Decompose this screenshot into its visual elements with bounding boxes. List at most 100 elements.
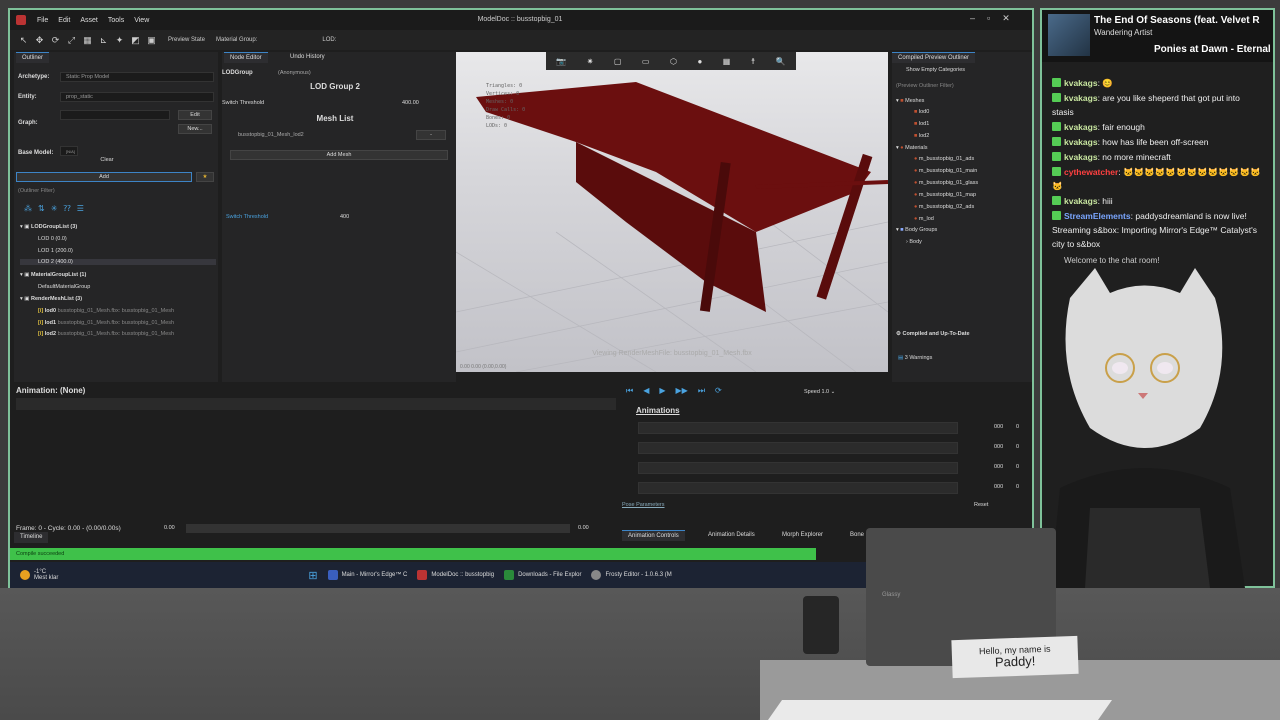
edit-graph-button[interactable]: Edit — [178, 110, 212, 120]
archetype-dropdown[interactable]: Static Prop Model — [60, 72, 214, 82]
add-mesh-button[interactable]: Add Mesh — [230, 150, 448, 160]
outliner-filter[interactable]: (Outliner Filter) — [18, 188, 55, 194]
preview-outliner-filter[interactable]: (Preview Outliner Filter) — [896, 83, 954, 89]
tool-b-icon[interactable]: ◩ — [130, 35, 141, 46]
preview-state-button[interactable]: Preview State — [168, 37, 205, 43]
camera-icon[interactable]: 📷 — [556, 57, 566, 66]
task-downloads[interactable]: Downloads - File Explor — [504, 570, 581, 580]
speed-control[interactable]: Speed 1.0 ⌄ — [804, 389, 835, 395]
anim-row-2-value[interactable]: 000 — [994, 444, 1003, 450]
rotate-icon[interactable]: ⟳ — [50, 35, 61, 46]
play-icon[interactable]: ▶ — [659, 386, 665, 396]
animation-dropdown-2[interactable] — [638, 442, 958, 454]
menu-file[interactable]: File — [32, 17, 53, 24]
tree-mesh-lod1[interactable]: [i] lod1 busstopbig_01_Mesh.fbx: busstop… — [38, 320, 174, 326]
tree-mesh-lod0[interactable]: [i] lod0 busstopbig_01_Mesh.fbx: busstop… — [38, 308, 174, 314]
move-icon[interactable]: ✥ — [34, 35, 45, 46]
mesh-icon[interactable]: ⬡ — [670, 57, 677, 66]
tab-outliner[interactable]: Outliner — [16, 52, 50, 63]
tree-material-3[interactable]: ● m_busstopbig_01_map — [914, 192, 976, 198]
graph-field[interactable] — [60, 110, 170, 120]
skip-end-icon[interactable]: ⏭ — [698, 386, 705, 396]
animation-track[interactable] — [16, 398, 616, 410]
tree-lodgroup[interactable]: ▾ ▣ LODGroupList (3) — [20, 224, 77, 230]
tool-c-icon[interactable]: ▣ — [146, 35, 157, 46]
tree-rendermesh[interactable]: ▾ ▣ RenderMeshList (3) — [20, 296, 82, 302]
tree-lod2[interactable]: LOD 2 (400.0) — [20, 259, 216, 265]
tree-material-5[interactable]: ● m_lod — [914, 216, 934, 222]
tree-preview-lod2[interactable]: ■ lod2 — [914, 133, 929, 139]
star-icon[interactable]: ★ — [196, 172, 214, 182]
reset-button[interactable]: Reset — [974, 502, 988, 508]
menu-asset[interactable]: Asset — [75, 17, 103, 24]
switch-threshold-value[interactable]: 400.00 — [402, 100, 419, 106]
tool-a-icon[interactable]: ✦ — [114, 35, 125, 46]
tree-material-4[interactable]: ● m_busstopbig_02_ads — [914, 204, 974, 210]
tree-material-1[interactable]: ● m_busstopbig_01_main — [914, 168, 977, 174]
base-model-field[interactable]: [N/A] — [60, 146, 78, 156]
anim-row-4-value[interactable]: 000 — [994, 484, 1003, 490]
add-button[interactable]: Add — [16, 172, 192, 182]
entity-dropdown[interactable]: prop_static — [60, 92, 214, 102]
skeleton-icon[interactable]: ☨ — [751, 57, 755, 66]
scale-icon[interactable]: ⤢ — [66, 35, 77, 46]
pose-parameters[interactable]: Pose Parameters — [622, 502, 665, 508]
tab-undo-history[interactable]: Undo History — [284, 52, 331, 63]
warnings-status[interactable]: ▤ 3 Warnings — [898, 355, 932, 361]
tree-material-0[interactable]: ● m_busstopbig_01_ads — [914, 156, 974, 162]
tree-preview-lod0[interactable]: ■ lod0 — [914, 109, 929, 115]
switch-threshold-value-2[interactable]: 400 — [340, 214, 349, 220]
tree-mesh-lod2[interactable]: [i] lod2 busstopbig_01_Mesh.fbx: busstop… — [38, 331, 174, 337]
step-forward-icon[interactable]: ▶▶ — [676, 386, 688, 396]
light-icon[interactable]: ✷ — [587, 57, 594, 66]
menu-view[interactable]: View — [129, 17, 154, 24]
show-empty-categories[interactable]: Show Empty Categories — [906, 67, 965, 73]
tab-node-editor[interactable]: Node Editor — [224, 52, 268, 63]
tab-animation-details[interactable]: Animation Details — [702, 530, 761, 541]
clear-button[interactable]: Clear — [84, 156, 130, 166]
mesh-remove-button[interactable]: - — [416, 130, 446, 140]
anim-row-1-value[interactable]: 000 — [994, 424, 1003, 430]
animation-dropdown-1[interactable] — [638, 422, 958, 434]
weather-widget[interactable]: -1°C Mest klar — [20, 569, 58, 581]
tab-compiled-preview[interactable]: Compiled Preview Outliner — [892, 52, 976, 63]
tree-materials[interactable]: ▾ ● Materials — [896, 145, 927, 151]
display-icon[interactable]: ▭ — [642, 57, 650, 66]
task-frosty-editor[interactable]: Frosty Editor - 1.0.6.3 (M — [591, 570, 672, 580]
timeline-scrubber[interactable] — [186, 524, 570, 533]
lod-dropdown[interactable]: LOD: — [322, 37, 336, 43]
task-modeldoc[interactable]: ModelDoc :: busstopbig — [417, 570, 494, 580]
animation-dropdown-4[interactable] — [638, 482, 958, 494]
menu-edit[interactable]: Edit — [53, 17, 75, 24]
tree-materialgroup[interactable]: ▾ ▣ MaterialGroupList (1) — [20, 272, 86, 278]
grid-toggle-icon[interactable]: ▦ — [723, 57, 731, 66]
start-icon[interactable]: ⊞ — [308, 569, 317, 582]
tab-animation-controls[interactable]: Animation Controls — [622, 530, 685, 541]
task-mirrors-edge[interactable]: Main - Mirror's Edge™ C — [327, 570, 407, 580]
menu-tools[interactable]: Tools — [103, 17, 129, 24]
anim-row-3-value[interactable]: 000 — [994, 464, 1003, 470]
3d-viewport[interactable]: 📷 ✷ ▢ ▭ ⬡ ● ▦ ☨ 🔍 Triangles: 0 Vertices: … — [456, 52, 888, 372]
maximize-icon[interactable]: ▫ — [987, 13, 990, 24]
tab-morph-explorer[interactable]: Morph Explorer — [776, 530, 829, 541]
material-group-dropdown[interactable]: Material Group: — [216, 37, 257, 43]
skip-start-icon[interactable]: ⏮ — [626, 386, 633, 396]
snap-icon[interactable]: ⊾ — [98, 35, 109, 46]
loop-icon[interactable]: ⟳ — [715, 386, 722, 396]
tree-body[interactable]: › Body — [906, 239, 922, 245]
grid-icon[interactable]: ▦ — [82, 35, 93, 46]
animation-dropdown-3[interactable] — [638, 462, 958, 474]
material-icon[interactable]: ● — [697, 57, 702, 66]
tree-meshes[interactable]: ▾ ■ Meshes — [896, 98, 924, 104]
tree-defaultmaterial[interactable]: DefaultMaterialGroup — [38, 284, 90, 290]
tree-lod0[interactable]: LOD 0 (0.0) — [38, 236, 67, 242]
zoom-icon[interactable]: 🔍 — [776, 57, 786, 66]
tree-material-2[interactable]: ● m_busstopbig_01_glass — [914, 180, 978, 186]
select-icon[interactable]: ↖ — [18, 35, 29, 46]
tree-preview-lod1[interactable]: ■ lod1 — [914, 121, 929, 127]
tree-lod1[interactable]: LOD 1 (200.0) — [38, 248, 73, 254]
cube-icon[interactable]: ▢ — [614, 57, 622, 66]
tab-timeline[interactable]: Timeline — [14, 532, 49, 543]
new-graph-button[interactable]: New... — [178, 124, 212, 134]
tree-body-groups[interactable]: ▾ ■ Body Groups — [896, 227, 937, 233]
